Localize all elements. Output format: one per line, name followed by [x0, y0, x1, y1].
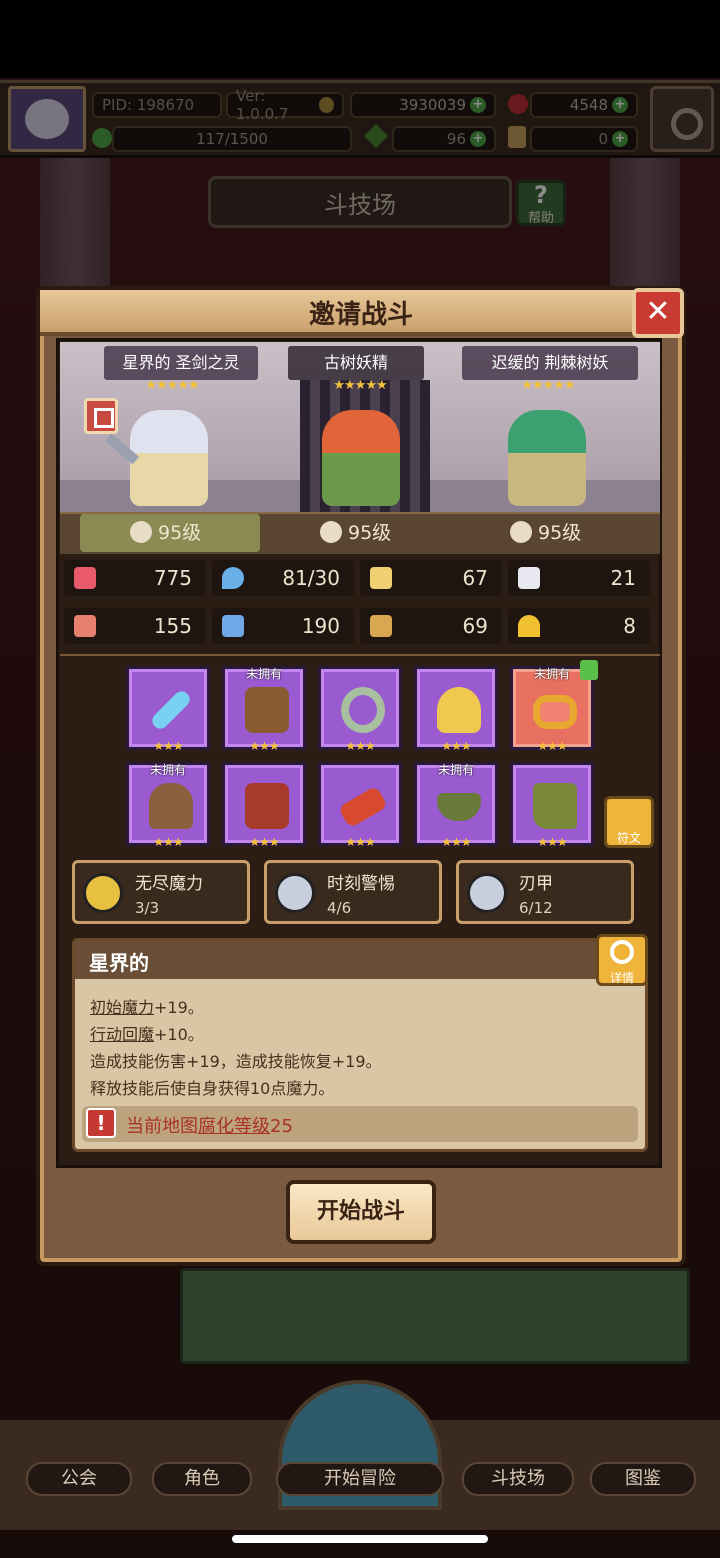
horseshoe-icon [518, 615, 540, 637]
stat-mana: 81/30 [212, 560, 354, 596]
scroll-icon [370, 615, 392, 637]
close-button[interactable]: ✕ [632, 288, 684, 338]
stat-value: 69 [462, 614, 488, 638]
hero-sword-spirit[interactable] [130, 410, 208, 506]
stat-value: 67 [462, 566, 488, 590]
thumbs-up-icon [580, 660, 598, 680]
stat-speed: 21 [508, 560, 650, 596]
level-text: 95级 [348, 522, 392, 544]
hero-stars-1: ★★★★★ [145, 378, 199, 393]
equip-slot-7[interactable]: ★★★ [222, 762, 306, 849]
silver-coin-icon [275, 873, 315, 913]
equip-slot-2[interactable]: 未拥有 ★★★ [222, 666, 306, 753]
desc-line-3: 造成技能伤害+19，造成技能恢复+19。 [90, 1052, 382, 1071]
level-text: 95级 [158, 522, 202, 544]
term-initial-mana[interactable]: 初始魔力 [90, 998, 154, 1017]
term-corruption-level[interactable]: 腐化等级 [198, 1116, 270, 1137]
level-text: 95级 [538, 522, 582, 544]
skill-blade-armor[interactable]: 刃甲 6/12 [456, 860, 634, 924]
home-indicator[interactable] [232, 1535, 488, 1543]
fist-icon [74, 615, 96, 637]
stat-value: 81/30 [282, 566, 340, 590]
skill-endless-mana[interactable]: 无尽魔力 3/3 [72, 860, 250, 924]
red-glove-icon [337, 785, 389, 829]
hero-name-1: 星界的 圣剑之灵 [104, 346, 258, 380]
start-battle-button[interactable]: 开始战斗 [286, 1180, 436, 1244]
desc-line-2: 行动回魔+10。 [90, 1025, 204, 1044]
silver-coin-icon [467, 873, 507, 913]
magnifier-icon [610, 940, 634, 964]
golden-crest-icon [437, 687, 481, 733]
stat-value: 21 [610, 566, 636, 590]
hero-thorn-treant[interactable] [508, 410, 586, 506]
stat-value: 155 [153, 614, 192, 638]
hero-tree-fairy[interactable] [322, 410, 400, 506]
desc-line-4: 释放技能后使自身获得10点魔力。 [90, 1079, 335, 1098]
corruption-warning: 当前地图腐化等级25 [82, 1106, 638, 1142]
level-key-icon [130, 520, 152, 543]
equip-slot-9[interactable]: 未拥有 ★★★ [414, 762, 498, 849]
hero-stars-3: ★★★★★ [521, 378, 575, 393]
description-title: 星界的 [75, 941, 645, 979]
green-boots-icon [533, 783, 577, 829]
stat-hp: 775 [64, 560, 206, 596]
mana-drop-icon [222, 567, 244, 589]
stat-value: 8 [623, 614, 636, 638]
divider [60, 654, 660, 656]
wooden-helmet-icon [149, 783, 193, 829]
stat-resist: 69 [360, 608, 502, 644]
hero-level-2[interactable]: 95级 [320, 518, 391, 545]
hero-name-3: 迟缓的 荆棘树妖 [462, 346, 638, 380]
hero-level-1: 95级 [130, 518, 201, 545]
level-key-icon [320, 520, 342, 543]
red-armor-icon [245, 783, 289, 829]
background-team-panel [180, 1268, 690, 1364]
shield-icon [370, 567, 392, 589]
equip-slot-8[interactable]: ★★★ [318, 762, 402, 849]
nav-arena[interactable]: 斗技场 [462, 1462, 574, 1496]
stat-value: 190 [301, 614, 340, 638]
hero-badge-icon[interactable] [84, 398, 118, 434]
ice-sword-icon [149, 688, 193, 732]
warning-icon: ! [86, 1108, 116, 1138]
equip-slot-4[interactable]: ★★★ [414, 666, 498, 753]
stat-attack: 155 [64, 608, 206, 644]
equip-slot-3[interactable]: ★★★ [318, 666, 402, 753]
gold-coin-icon [83, 873, 123, 913]
level-key-icon [510, 520, 532, 543]
stat-luck: 8 [508, 608, 650, 644]
green-skirt-icon [437, 793, 481, 821]
term-action-mana[interactable]: 行动回魔 [90, 1025, 154, 1044]
equip-slot-10[interactable]: ★★★ [510, 762, 594, 849]
stat-defense: 67 [360, 560, 502, 596]
dialog-title: 邀请战斗 [308, 300, 413, 330]
hero-stars-2: ★★★★★ [333, 378, 387, 393]
hero-name-2: 古树妖精 [288, 346, 424, 380]
ring-icon [533, 695, 577, 729]
nav-character[interactable]: 角色 [152, 1462, 252, 1496]
heart-icon [74, 567, 96, 589]
book-icon [222, 615, 244, 637]
nav-start-adventure[interactable]: 开始冒险 [276, 1462, 444, 1496]
equip-slot-1[interactable]: ★★★ [126, 666, 210, 753]
desc-line-1: 初始魔力+19。 [90, 998, 204, 1017]
equip-slot-6[interactable]: 未拥有 ★★★ [126, 762, 210, 849]
stat-magic: 190 [212, 608, 354, 644]
stat-value: 775 [153, 566, 192, 590]
wing-icon [518, 567, 540, 589]
hero-level-3[interactable]: 95级 [510, 518, 581, 545]
skill-vigilance[interactable]: 时刻警惕 4/6 [264, 860, 442, 924]
amulet-icon [341, 687, 385, 733]
stats-grid: 775 81/30 67 21 155 190 69 8 [64, 560, 656, 650]
wooden-shield-icon [245, 687, 289, 733]
nav-codex[interactable]: 图鉴 [590, 1462, 696, 1496]
nav-guild[interactable]: 公会 [26, 1462, 132, 1496]
rune-button[interactable]: 符文 [604, 796, 654, 848]
